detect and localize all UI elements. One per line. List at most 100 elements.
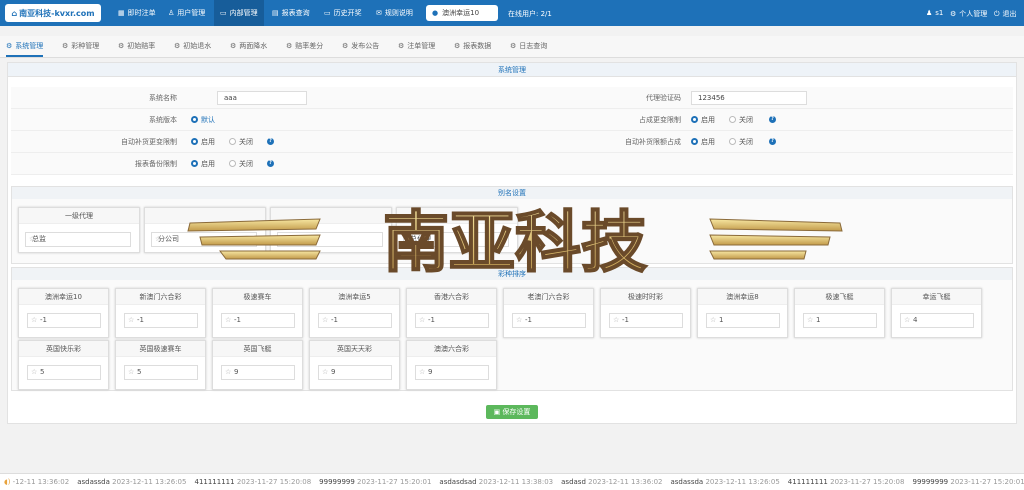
ticker-name: 99999999 [319,478,355,486]
ticker-name: 99999999 [912,478,949,486]
ticker-item: asdassda 2023-12-11 13:26:05 [671,478,780,486]
tab-bet-management[interactable]: ⚙ 注单管理 [398,41,435,51]
agent-code-input[interactable]: 123456 [691,90,807,105]
sort-input[interactable]: -1 [415,313,489,328]
auto-fill-share-off[interactable]: 关闭 [729,137,753,147]
agent-code-label: 代理验证码 [646,93,681,102]
nav-user-management[interactable]: ♙ 用户管理 [162,0,211,26]
radio-dot [191,160,198,167]
help-icon[interactable]: ? [267,160,274,167]
sort-input[interactable]: 9 [415,365,489,380]
sort-input[interactable]: 4 [900,313,974,328]
sort-card: 香港六合彩 -1 [406,288,497,338]
auto-fill-on[interactable]: 启用 [191,137,215,147]
alias-input[interactable]: 总监 [25,232,131,247]
nav-live-bets[interactable]: ▦ 即时注单 [112,0,162,26]
alias-card: 总代理 [396,207,518,253]
gear-icon: ⚙ [174,42,181,50]
tab-announcement[interactable]: ⚙ 发布公告 [342,41,379,51]
ticker-name: asdassda [77,478,110,486]
tab-system[interactable]: ⚙ 系统管理 [6,41,44,57]
version-option[interactable]: 默认 [191,115,215,125]
tab-lottery[interactable]: ⚙ 彩种管理 [62,41,99,51]
sort-input[interactable]: -1 [318,313,392,328]
radio-dot [729,138,736,145]
window-icon: ▭ [220,9,227,17]
sort-input[interactable]: 9 [221,365,295,380]
ticker-item: asdasd 2023-12-11 13:36:02 [561,478,662,486]
check-circle-icon: ● [432,9,439,17]
gear-icon: ⚙ [118,42,125,50]
ticker-time: 2023-11-27 15:20:01 [950,478,1024,486]
lottery-selector[interactable]: ● 澳洲幸运10 [426,5,498,21]
ticker-item: -12-11 13:36:02 [13,478,70,486]
tab-report-data[interactable]: ⚙ 报表数据 [454,41,491,51]
sort-input[interactable]: 5 [124,365,198,380]
tab-initial-odds[interactable]: ⚙ 初始赔率 [118,41,155,51]
help-icon[interactable]: ? [769,138,776,145]
sort-card-label: 幸运飞艇 [892,289,981,305]
nav-report-query[interactable]: ▤ 报表查询 [266,0,316,26]
auto-fill-label: 自动补货更变限制 [121,137,177,146]
sort-input[interactable]: -1 [609,313,683,328]
sort-card-label: 老澳门六合彩 [504,289,593,305]
alias-input[interactable]: 分公司 [151,232,257,247]
system-name-label: 系统名称 [149,93,177,102]
nav-rules[interactable]: ✉ 规则说明 [370,0,419,26]
ticker-time: 2023-12-11 13:26:05 [705,478,780,486]
ticker-item: 411111111 2023-11-27 15:20:08 [788,478,905,486]
ticker-item: asdasdsad 2023-12-11 13:38:03 [439,478,553,486]
help-icon[interactable]: ? [769,116,776,123]
share-limit-off[interactable]: 关闭 [729,115,753,125]
sort-card-label: 澳澳六合彩 [407,341,496,357]
gear-icon: ⚙ [398,42,405,50]
sort-input[interactable]: -1 [27,313,101,328]
chat-icon: ✉ [376,9,382,17]
tab-odds-diff[interactable]: ⚙ 赔率差分 [286,41,323,51]
sort-input[interactable]: 1 [706,313,780,328]
tab-log-query[interactable]: ⚙ 日志查询 [510,41,547,51]
gear-icon: ⚙ [230,42,237,50]
logo[interactable]: ⌂ 南亚科技-kvxr.com [5,4,101,22]
profile-link[interactable]: ⚙ 个人管理 [950,9,987,19]
sort-input[interactable]: -1 [124,313,198,328]
ticker-time: 2023-12-11 13:36:02 [588,478,663,486]
logout-link[interactable]: ⏻ 退出 [994,9,1017,19]
system-name-input[interactable]: aaa [217,90,307,105]
sort-card: 老澳门六合彩 -1 [503,288,594,338]
nav-internal-management[interactable]: ▭ 内部管理 [214,0,264,26]
ticker-name: asdasd [561,478,586,486]
tab-two-side-drop[interactable]: ⚙ 两面降水 [230,41,267,51]
online-users: 在线用户: 2/1 [508,10,552,18]
power-icon: ⏻ [994,9,1000,18]
sort-input[interactable]: 1 [803,313,877,328]
auto-fill-share-on[interactable]: 启用 [691,137,715,147]
ticker-time: 2023-12-11 13:38:03 [478,478,554,486]
alias-card: 一级代理总监 [18,207,140,253]
radio-dot [729,116,736,123]
monitor-icon: ▭ [324,9,331,17]
share-limit-on[interactable]: 启用 [691,115,715,125]
sort-card: 极速飞艇 1 [794,288,885,338]
settings-row: 系统名称 aaa 代理验证码 123456 [11,87,1013,109]
gear-icon: ⚙ [510,42,517,50]
ticker-time: 2023-11-27 15:20:08 [236,478,312,486]
speaker-icon: ◖) [4,478,11,486]
sort-input[interactable]: 5 [27,365,101,380]
auto-fill-off[interactable]: 关闭 [229,137,253,147]
tab-initial-rebate[interactable]: ⚙ 初始退水 [174,41,211,51]
sort-input[interactable]: 9 [318,365,392,380]
nav-history-draw[interactable]: ▭ 历史开奖 [318,0,368,26]
alias-input[interactable]: 股东 [277,232,383,247]
sort-input[interactable]: -1 [221,313,295,328]
backup-off[interactable]: 关闭 [229,159,253,169]
alias-input[interactable]: 总代理 [403,232,509,247]
backup-on[interactable]: 启用 [191,159,215,169]
save-button[interactable]: ▣ 保存设置 [486,405,538,419]
help-icon[interactable]: ? [267,138,274,145]
user-menu[interactable]: ♟ s1 [926,9,943,17]
sort-input[interactable]: -1 [512,313,586,328]
sort-card-label: 香港六合彩 [407,289,496,305]
system-panel: 系统管理 系统名称 aaa 代理验证码 123456 系统版本 默认 占成更变限… [7,62,1017,424]
sort-card-label: 英国极速赛车 [116,341,205,357]
